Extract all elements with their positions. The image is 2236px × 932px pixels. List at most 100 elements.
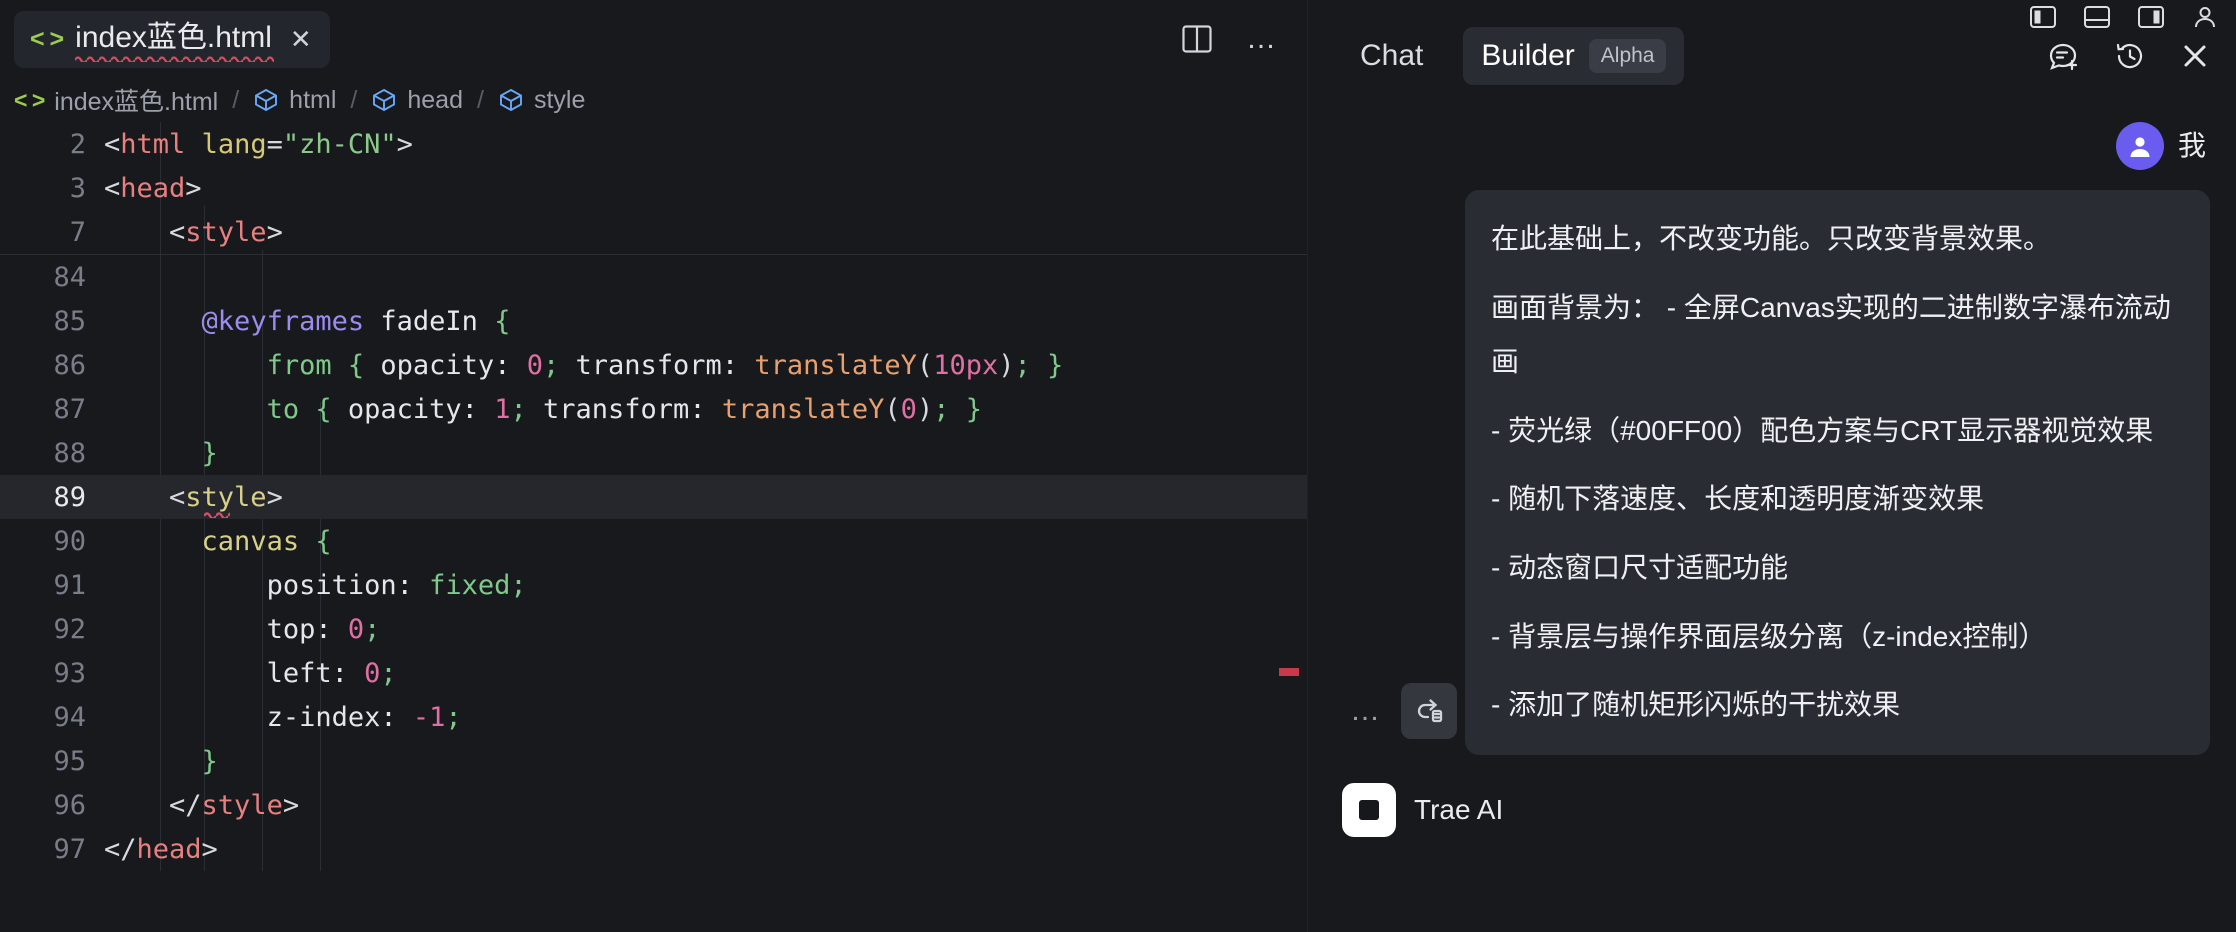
code-text: <style> [104,482,283,513]
new-chat-icon[interactable] [2048,41,2080,71]
line-number: 95 [0,746,104,777]
code-line[interactable]: 3<head> [0,166,1307,210]
panel-bottom-icon[interactable] [2084,4,2110,30]
code-text: } [104,438,218,469]
breadcrumb-item-head[interactable]: head [407,86,463,115]
breadcrumb-item-style[interactable]: style [534,86,585,115]
line-number: 7 [0,217,104,248]
line-number: 3 [0,173,104,204]
code-line[interactable]: 89 <style> [0,475,1307,519]
line-number: 90 [0,526,104,557]
code-text: position: fixed; [104,570,527,601]
line-number: 94 [0,702,104,733]
breadcrumb-separator: / [477,86,484,115]
code-line[interactable]: 88 } [0,431,1307,475]
code-line[interactable]: 86 from { opacity: 0; transform: transla… [0,343,1307,387]
code-text: to { opacity: 1; transform: translateY(0… [104,394,982,425]
message-paragraph: - 背景层与操作界面层级分离（z-index控制） [1491,610,2184,665]
close-icon[interactable] [2180,41,2210,71]
breadcrumb-separator: / [232,86,239,115]
line-number: 89 [0,482,104,513]
line-number: 96 [0,790,104,821]
cube-icon [498,87,524,113]
code-text: canvas { [104,526,332,557]
message-paragraph: 画面背景为： - 全屏Canvas实现的二进制数字瀑布流动画 [1491,281,2184,390]
revert-icon[interactable] [1401,683,1457,739]
code-line[interactable]: 92 top: 0; [0,607,1307,651]
code-line[interactable]: 87 to { opacity: 1; transform: translate… [0,387,1307,431]
code-text: <head> [104,173,202,204]
editor-tabbar: < > index蓝色.html ✕ … [0,0,1307,78]
trae-logo-icon [1342,783,1396,837]
editor-tab[interactable]: < > index蓝色.html ✕ [14,11,330,68]
message-paragraph: - 荧光绿（#00FF00）配色方案与CRT显示器视觉效果 [1491,404,2184,459]
code-editor[interactable]: 2<html lang="zh-CN">3<head>7 <style>8485… [0,122,1307,871]
line-number: 88 [0,438,104,469]
panel-right-icon[interactable] [2138,4,2164,30]
code-line[interactable]: 84 [0,255,1307,299]
code-text: </style> [104,790,299,821]
line-number: 85 [0,306,104,337]
editor-tab-actions: … [1182,25,1289,53]
code-text: @keyframes fadeIn { [104,306,510,337]
assistant-row: Trae AI [1342,783,2210,837]
breadcrumb: < > index蓝色.html / html / head / [0,78,1307,122]
code-file-icon: < > [14,87,44,114]
user-message-bubble: 在此基础上，不改变功能。只改变背景效果。画面背景为： - 全屏Canvas实现的… [1465,190,2210,755]
code-line[interactable]: 96 </style> [0,783,1307,827]
code-line[interactable]: 91 position: fixed; [0,563,1307,607]
code-line[interactable]: 7 <style> [0,210,1307,254]
code-line[interactable]: 97</head> [0,827,1307,871]
code-text: z-index: -1; [104,702,462,733]
code-text: } [104,746,218,777]
code-line[interactable]: 85 @keyframes fadeIn { [0,299,1307,343]
code-text: <html lang="zh-CN"> [104,129,413,160]
close-tab-icon[interactable]: ✕ [290,26,312,52]
avatar[interactable] [2116,122,2164,170]
panel-left-icon[interactable] [2030,4,2056,30]
account-icon[interactable] [2192,4,2218,30]
ide-window: < > index蓝色.html ✕ … < > index蓝色.html / [0,0,2236,932]
breadcrumb-item-file[interactable]: index蓝色.html [54,82,218,118]
breadcrumb-separator: / [350,86,357,115]
titlebar-icons [2030,0,2218,34]
history-icon[interactable] [2114,41,2146,71]
tab-chat[interactable]: Chat [1342,27,1441,85]
message-paragraph: - 添加了随机矩形闪烁的干扰效果 [1491,678,2184,733]
line-number: 84 [0,262,104,293]
line-number: 87 [0,394,104,425]
split-editor-icon[interactable] [1182,25,1212,53]
user-name: 我 [2178,122,2206,170]
code-line[interactable]: 95 } [0,739,1307,783]
code-line[interactable]: 94 z-index: -1; [0,695,1307,739]
message-paragraph: - 动态窗口尺寸适配功能 [1491,541,2184,596]
code-text: </head> [104,834,218,865]
tab-builder[interactable]: Builder Alpha [1463,27,1684,85]
line-number: 97 [0,834,104,865]
minimap-error-marker [1279,668,1299,676]
line-number: 2 [0,129,104,160]
line-number: 92 [0,614,104,645]
breadcrumb-item-html[interactable]: html [289,86,336,115]
code-text: top: 0; [104,614,380,645]
code-file-icon: < > [30,25,63,54]
code-line[interactable]: 90 canvas { [0,519,1307,563]
code-text: left: 0; [104,658,397,689]
editor-tab-title: index蓝色.html [75,23,272,56]
editor-pane: < > index蓝色.html ✕ … < > index蓝色.html / [0,0,1308,932]
more-actions-icon[interactable]: … [1246,34,1279,44]
code-line[interactable]: 2<html lang="zh-CN"> [0,122,1307,166]
message-paragraph: 在此基础上，不改变功能。只改变背景效果。 [1491,212,2184,267]
user-message-block: … 在此基础上，不改变功能。只改变背景效果。画面背景为： - 全屏Canvas实… [1342,190,2210,755]
assistant-name: Trae AI [1414,794,1503,826]
code-text: <style> [104,217,283,248]
cube-icon [253,87,279,113]
code-line[interactable]: 93 left: 0; [0,651,1307,695]
message-paragraph: - 随机下落速度、长度和透明度渐变效果 [1491,472,2184,527]
alpha-badge: Alpha [1589,39,1667,73]
user-row: 我 [1342,122,2210,170]
chat-body: 我 … 在此基础上，不改变功能。只改变背景效果。画面背景为： - 全屏Canva… [1308,122,2236,837]
line-number: 91 [0,570,104,601]
code-text: from { opacity: 0; transform: translateY… [104,350,1063,381]
message-more-icon[interactable]: … [1342,704,1391,718]
